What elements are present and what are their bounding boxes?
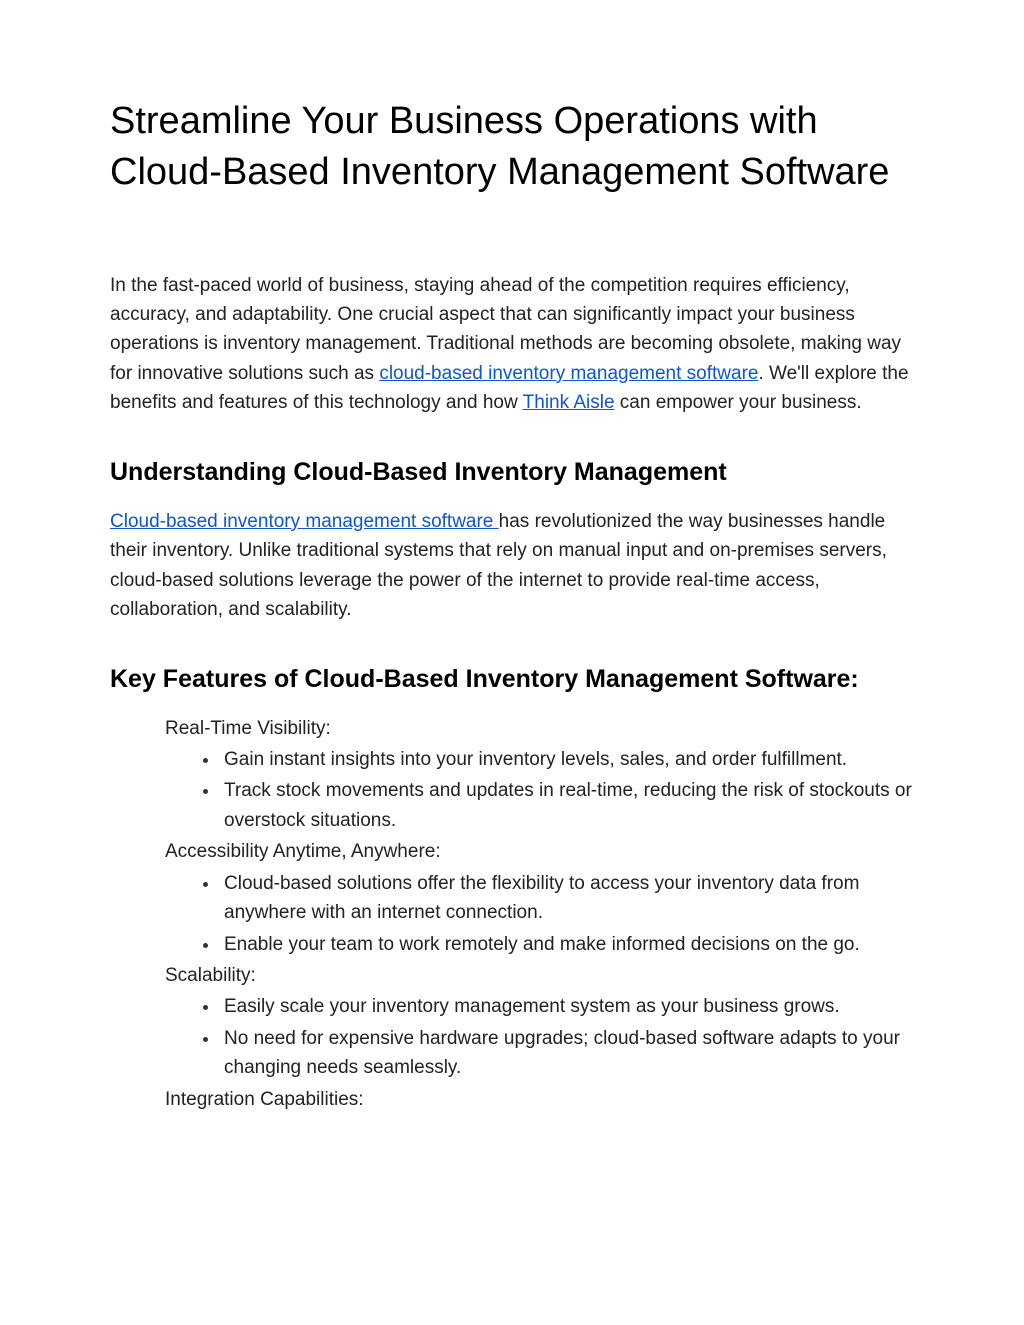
section-body-understanding: Cloud-based inventory management softwar… xyxy=(110,507,914,625)
feature-list: Gain instant insights into your inventor… xyxy=(165,745,914,835)
list-item: Easily scale your inventory management s… xyxy=(220,992,914,1021)
section-heading-key-features: Key Features of Cloud-Based Inventory Ma… xyxy=(110,665,914,694)
feature-title: Integration Capabilities: xyxy=(165,1085,914,1114)
intro-text-3: can empower your business. xyxy=(615,392,862,413)
section-heading-understanding: Understanding Cloud-Based Inventory Mana… xyxy=(110,458,914,487)
link-think-aisle[interactable]: Think Aisle xyxy=(523,392,615,413)
feature-list: Cloud-based solutions offer the flexibil… xyxy=(165,869,914,959)
list-item: No need for expensive hardware upgrades;… xyxy=(220,1024,914,1083)
link-cloud-inventory-software[interactable]: cloud-based inventory management softwar… xyxy=(379,363,758,384)
feature-title: Scalability: xyxy=(165,961,914,990)
feature-title: Accessibility Anytime, Anywhere: xyxy=(165,837,914,866)
list-item: Gain instant insights into your inventor… xyxy=(220,745,914,774)
list-item: Enable your team to work remotely and ma… xyxy=(220,930,914,959)
intro-paragraph: In the fast-paced world of business, sta… xyxy=(110,271,914,418)
link-cloud-inventory-software-2[interactable]: Cloud-based inventory management softwar… xyxy=(110,511,499,532)
features-container: Real-Time Visibility: Gain instant insig… xyxy=(110,714,914,1115)
feature-list: Easily scale your inventory management s… xyxy=(165,992,914,1082)
page-title: Streamline Your Business Operations with… xyxy=(110,96,914,199)
list-item: Track stock movements and updates in rea… xyxy=(220,776,914,835)
list-item: Cloud-based solutions offer the flexibil… xyxy=(220,869,914,928)
feature-title: Real-Time Visibility: xyxy=(165,714,914,743)
